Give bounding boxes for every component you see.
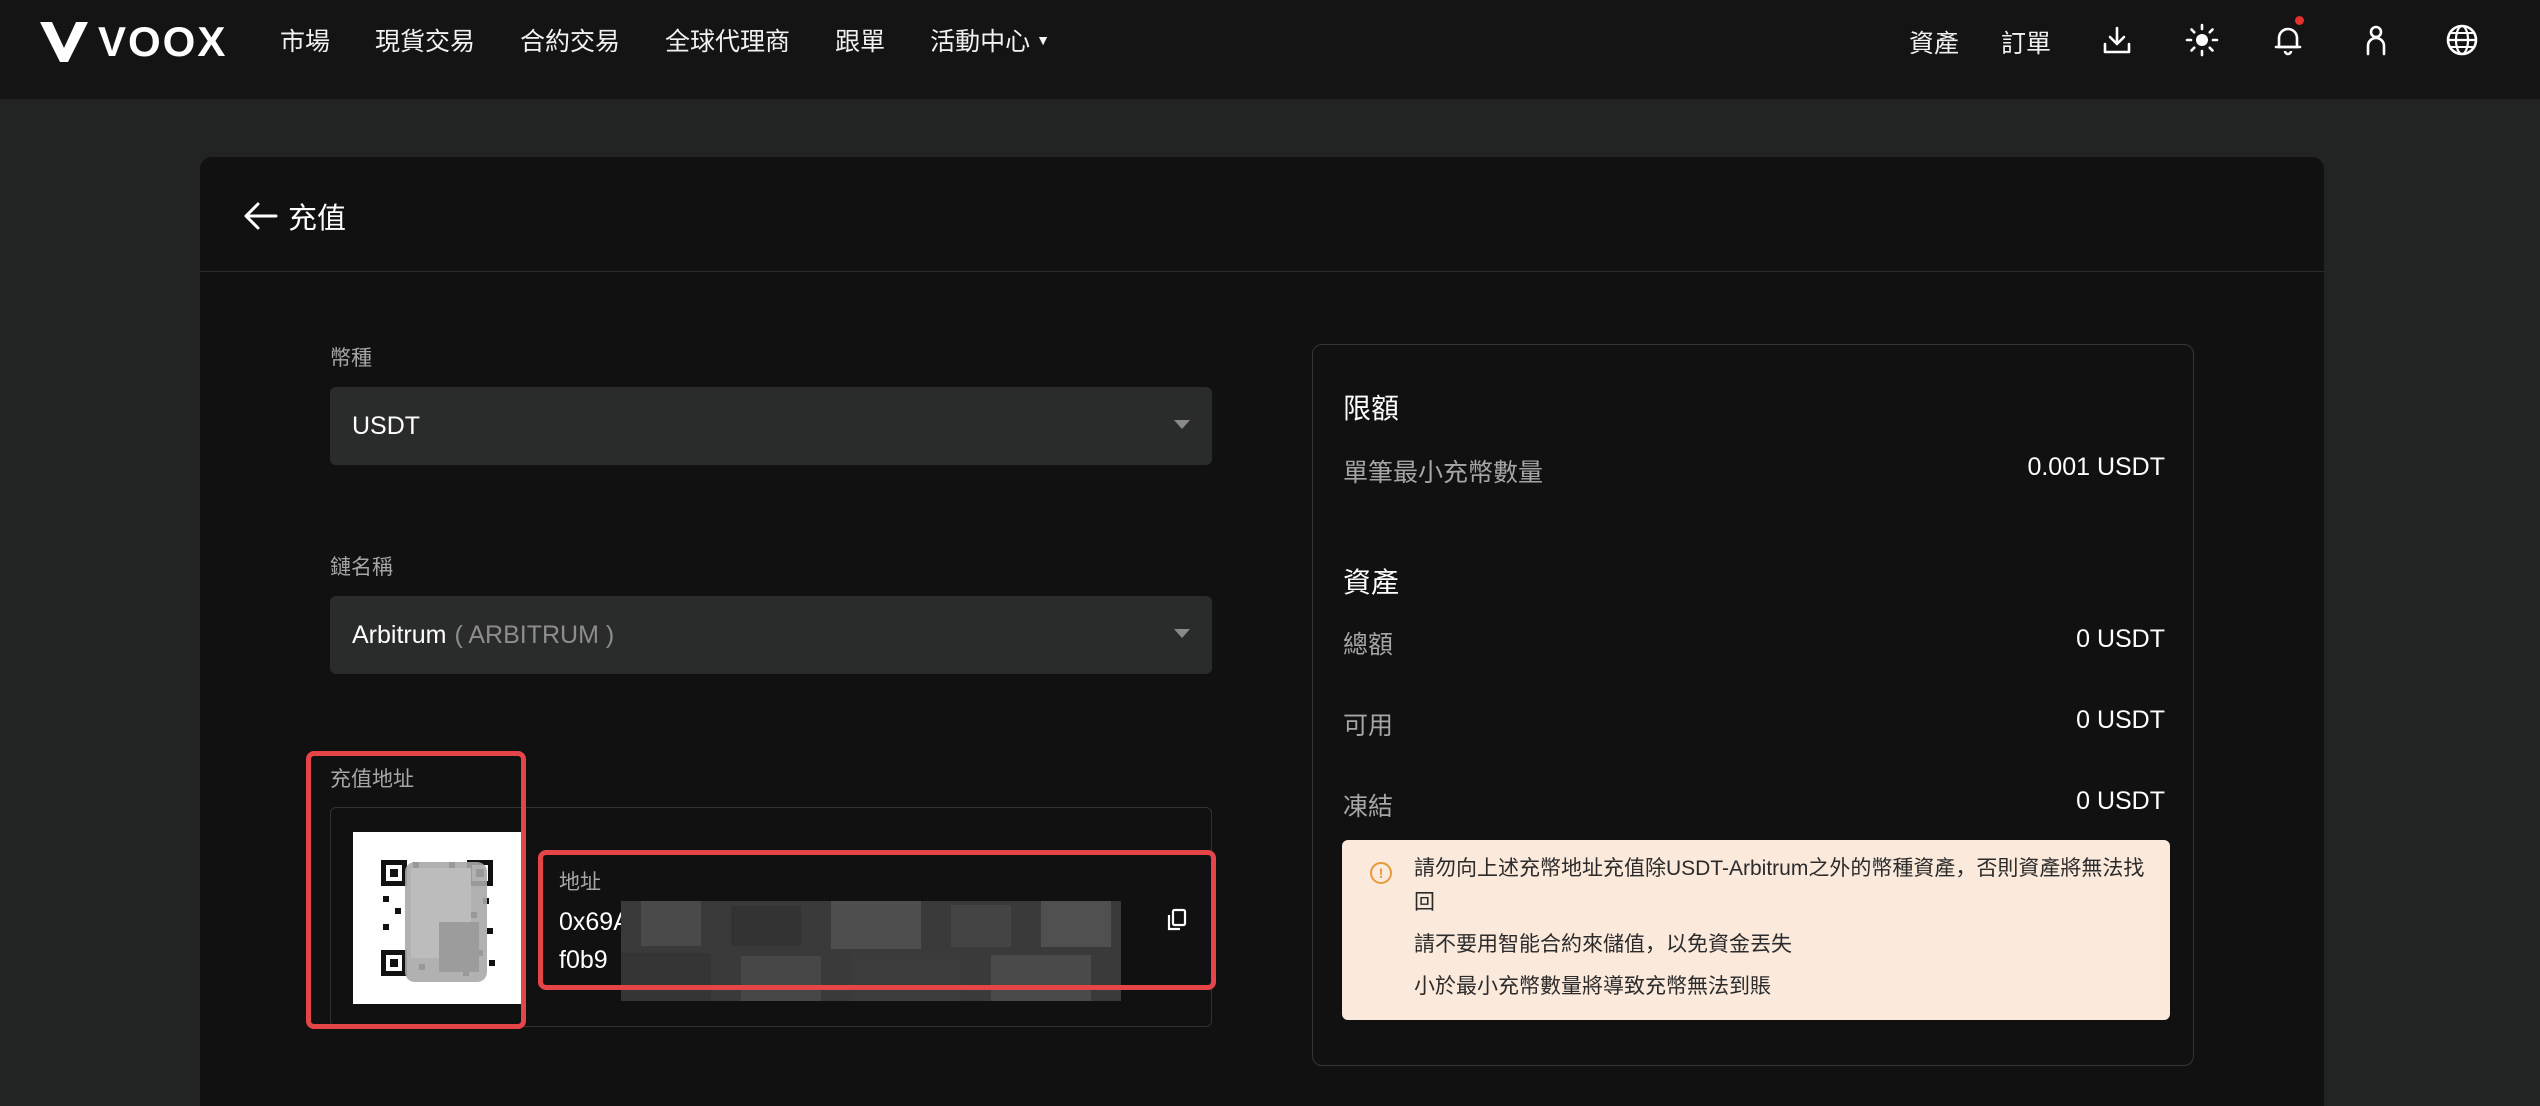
available-value: 0 USDT	[2076, 706, 2165, 734]
coin-select-value: USDT	[352, 411, 421, 440]
user-icon[interactable]	[2358, 22, 2394, 58]
caret-down-icon	[1174, 629, 1190, 638]
top-navigation-bar: VOOX 市場 現貨交易 合約交易 全球代理商 跟單 活動中心 ▼ 資產 訂單	[0, 0, 2540, 99]
arrow-left-icon	[244, 202, 278, 230]
main-menu: 市場 現貨交易 合約交易 全球代理商 跟單 活動中心 ▼	[280, 0, 1095, 80]
total-label: 總額	[1343, 631, 1394, 659]
warning-text-2: 請不要用智能合約來儲值，以免資金丟失	[1414, 933, 1792, 956]
nav-item-copy-trading[interactable]: 跟單	[835, 22, 885, 58]
globe-icon[interactable]	[2444, 22, 2480, 58]
frozen-value: 0 USDT	[2076, 787, 2165, 815]
page-title: 充值	[288, 203, 347, 235]
notification-badge	[2295, 16, 2304, 25]
voox-logo-icon	[40, 22, 88, 62]
warning-text-3: 小於最小充幣數量將導致充幣無法到賬	[1414, 975, 1771, 998]
min-deposit-value: 0.001 USDT	[2027, 453, 2165, 481]
info-icon: !	[1370, 862, 1392, 884]
nav-item-spot-trading[interactable]: 現貨交易	[375, 22, 475, 58]
chain-select-value: Arbitrum	[352, 620, 447, 649]
limits-title: 限額	[1343, 393, 1400, 424]
caret-down-icon	[1174, 420, 1190, 429]
download-icon[interactable]	[2099, 22, 2135, 58]
chain-select-subvalue: ( ARBITRUM )	[454, 620, 615, 649]
nav-assets-link[interactable]: 資產	[1909, 24, 1959, 60]
assets-title: 資產	[1343, 567, 1400, 598]
address-highlight-box	[538, 850, 1216, 990]
frozen-label: 凍結	[1343, 793, 1394, 821]
nav-item-market[interactable]: 市場	[280, 22, 330, 58]
panel-header: 充值	[200, 157, 2324, 272]
brand-name: VOOX	[98, 18, 228, 65]
nav-item-event-center-label: 活動中心	[930, 28, 1031, 56]
notifications-button[interactable]	[2270, 16, 2306, 58]
deposit-warning-box: ! 請勿向上述充幣地址充值除USDT-Arbitrum之外的幣種資產，否則資產將…	[1342, 840, 2170, 1020]
deposit-panel: 充值 幣種 USDT 鏈名稱 Arbitrum ( ARBITRUM ) 充值地…	[200, 157, 2324, 1106]
caret-down-icon: ▼	[1036, 32, 1050, 48]
nav-item-event-center[interactable]: 活動中心 ▼	[930, 22, 1050, 58]
sun-icon[interactable]	[2184, 22, 2220, 58]
coin-label: 幣種	[330, 347, 372, 370]
min-deposit-label: 單筆最小充幣數量	[1343, 459, 1544, 487]
nav-orders-link[interactable]: 訂單	[2001, 24, 2051, 60]
total-value: 0 USDT	[2076, 625, 2165, 653]
nav-item-global-agents[interactable]: 全球代理商	[665, 22, 790, 58]
back-button[interactable]: 充值	[242, 195, 346, 237]
qr-highlight-box	[306, 751, 526, 1029]
chain-select[interactable]: Arbitrum ( ARBITRUM )	[330, 596, 1212, 674]
chain-label: 鏈名稱	[330, 556, 393, 579]
coin-select[interactable]: USDT	[330, 387, 1212, 465]
brand-logo[interactable]: VOOX	[38, 18, 227, 66]
nav-item-futures-trading[interactable]: 合約交易	[520, 22, 620, 58]
deposit-info-card: 限額 單筆最小充幣數量 0.001 USDT 資產 總額 0 USDT 可用 0…	[1312, 344, 2194, 1066]
available-label: 可用	[1343, 712, 1394, 740]
bell-icon	[2274, 27, 2302, 56]
warning-text-1: 請勿向上述充幣地址充值除USDT-Arbitrum之外的幣種資產，否則資產將無法…	[1414, 857, 2145, 914]
